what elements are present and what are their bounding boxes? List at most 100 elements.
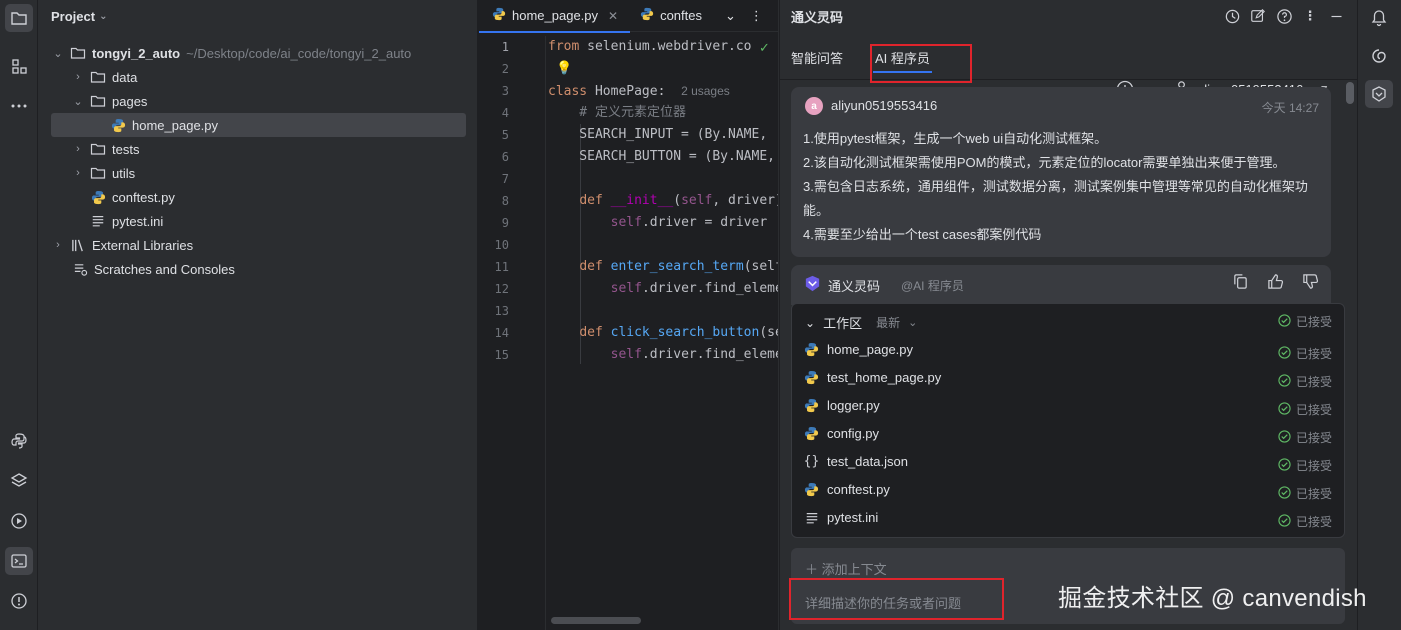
horizontal-scrollbar[interactable]: [551, 617, 641, 624]
workspace-header[interactable]: ⌄ 工作区 最新 ⌄: [805, 313, 917, 332]
collapsed-arrow-icon: ›: [76, 143, 80, 155]
thumbs-up-icon[interactable]: [1267, 273, 1284, 293]
terminal-icon[interactable]: [5, 547, 33, 575]
workspace-file-name: conftest.py: [827, 482, 890, 497]
run-icon[interactable]: [5, 507, 33, 535]
project-folder-icon[interactable]: [5, 4, 33, 32]
structure-icon[interactable]: [5, 52, 33, 80]
add-context-button[interactable]: ＋ 添加上下文: [805, 559, 887, 578]
vertical-scrollbar[interactable]: [1346, 82, 1354, 104]
python-file-icon: [804, 398, 819, 413]
status-badge: 已接受: [1278, 401, 1332, 418]
tab-conftest[interactable]: conftes: [630, 0, 714, 32]
workspace-file-name: logger.py: [827, 398, 880, 413]
folder-icon: [70, 45, 86, 61]
more-icon[interactable]: ⋮: [750, 8, 763, 24]
tree-item-scratches[interactable]: Scratches and Consoles: [72, 257, 235, 281]
python-console-icon[interactable]: [5, 427, 33, 455]
thumbs-down-icon[interactable]: [1302, 273, 1319, 293]
code-line-11: def enter_search_term(self: [579, 259, 779, 274]
tree-item-label: Scratches and Consoles: [94, 261, 235, 277]
status-label: 已接受: [1295, 459, 1332, 473]
history-icon[interactable]: [1223, 7, 1241, 25]
tree-item-pytest-ini[interactable]: pytest.ini: [90, 209, 163, 233]
code-line-1: from selenium.webdriver.co: [548, 39, 752, 54]
collapsed-arrow-icon: ›: [76, 167, 80, 179]
ai-tab-bar: 智能问答 AI 程序员 aliyun0519553416 ▼: [780, 32, 1357, 98]
check-circle-icon: [1278, 313, 1291, 330]
workspace-file-row[interactable]: home_page.py: [804, 342, 913, 357]
status-label: 已接受: [1295, 347, 1332, 361]
chevron-down-icon[interactable]: ⌄: [725, 8, 736, 24]
workspace-file-name: test_data.json: [827, 454, 908, 469]
workspace-file-row[interactable]: {} test_data.json: [804, 454, 908, 469]
message-line: 4.需要至少给出一个test cases都案例代码: [803, 227, 1042, 242]
python-file-icon: [804, 482, 819, 497]
expanded-arrow-icon: ⌄: [73, 95, 83, 108]
layers-icon[interactable]: [5, 467, 33, 495]
expanded-arrow-icon: ⌄: [53, 47, 63, 60]
code-line-5: SEARCH_INPUT = (By.NAME, ': [548, 127, 779, 142]
tree-item-pages[interactable]: ⌄ pages: [72, 89, 147, 113]
message-line: 1.使用pytest框架，生成一个web ui自动化测试框架。: [803, 131, 1108, 146]
code-line-15: self.driver.find_eleme: [610, 347, 779, 362]
lingma-tool-icon[interactable]: [1365, 80, 1393, 108]
more-icon[interactable]: ⋮: [1301, 7, 1319, 25]
tree-item-external-libraries[interactable]: › External Libraries: [52, 233, 193, 257]
tree-item-root[interactable]: ⌄ tongyi_2_auto ~/Desktop/code/ai_code/t…: [52, 41, 411, 65]
check-circle-icon: [1278, 513, 1291, 530]
status-label: 已接受: [1295, 431, 1332, 445]
tab-home-page[interactable]: home_page.py ✕: [479, 0, 631, 33]
highlight-box: [870, 44, 972, 83]
lightbulb-icon[interactable]: 💡: [556, 61, 572, 76]
notifications-icon[interactable]: [1365, 4, 1393, 32]
code-line-3: class HomePage: 2 usages: [548, 84, 730, 99]
python-file-icon: [804, 426, 819, 441]
status-label: 已接受: [1295, 515, 1332, 529]
tab-label: home_page.py: [512, 8, 599, 23]
workspace-filter[interactable]: 最新: [876, 314, 900, 331]
copy-icon[interactable]: [1232, 273, 1249, 293]
code-line-14: def click_search_button(se: [579, 325, 778, 340]
workspace-file-row[interactable]: conftest.py: [804, 482, 890, 497]
close-icon[interactable]: ✕: [608, 9, 618, 23]
line-number: 8: [501, 194, 509, 208]
code-editor: home_page.py ✕ conftes ⌄ ⋮ 1 2 3 4 5 6 7 8 9 10 11…: [479, 0, 779, 630]
help-icon[interactable]: [1275, 7, 1293, 25]
check-circle-icon: [1278, 457, 1291, 474]
minimize-icon[interactable]: [1327, 7, 1345, 25]
workspace-file-row[interactable]: logger.py: [804, 398, 880, 413]
tab-smart-qa[interactable]: 智能问答: [791, 48, 843, 67]
workspace-title: 工作区: [823, 316, 863, 331]
tree-item-home-page[interactable]: home_page.py: [51, 113, 466, 137]
edit-icon[interactable]: [1249, 7, 1267, 25]
tree-item-conftest[interactable]: conftest.py: [90, 185, 175, 209]
assistant-role: @AI 程序员: [901, 279, 964, 293]
project-panel: Project ⌄ ⌄ tongyi_2_auto ~/Desktop/code…: [38, 0, 478, 630]
python-file-icon: [640, 7, 654, 24]
more-tools-icon[interactable]: [5, 92, 33, 120]
check-circle-icon: [1278, 485, 1291, 502]
python-file-icon: [492, 7, 506, 24]
usages-hint[interactable]: 2 usages: [681, 84, 730, 98]
right-tool-strip: [1357, 0, 1401, 630]
project-panel-header[interactable]: Project ⌄: [38, 0, 477, 32]
ai-panel-title: 通义灵码: [791, 9, 844, 25]
workspace-file-name: test_home_page.py: [827, 370, 942, 385]
watermark: 掘金技术社区 @ canvendish: [1058, 585, 1367, 612]
ai-swirl-icon[interactable]: [1365, 42, 1393, 70]
tree-item-data[interactable]: › data: [72, 65, 137, 89]
scratches-icon: [72, 261, 88, 277]
code-area[interactable]: from selenium.webdriver.co 💡 class HomeP…: [548, 36, 779, 366]
workspace-file-row[interactable]: pytest.ini: [804, 510, 878, 525]
tree-item-label: data: [112, 69, 138, 85]
tree-item-utils[interactable]: › utils: [72, 161, 135, 185]
problems-icon[interactable]: [5, 587, 33, 615]
editor-tab-bar: home_page.py ✕ conftes ⌄ ⋮: [479, 0, 778, 33]
workspace-file-row[interactable]: test_home_page.py: [804, 370, 941, 385]
project-panel-title: Project: [51, 8, 96, 24]
tree-item-tests[interactable]: › tests: [72, 137, 139, 161]
line-number: 4: [501, 106, 509, 120]
workspace-file-row[interactable]: config.py: [804, 426, 879, 441]
